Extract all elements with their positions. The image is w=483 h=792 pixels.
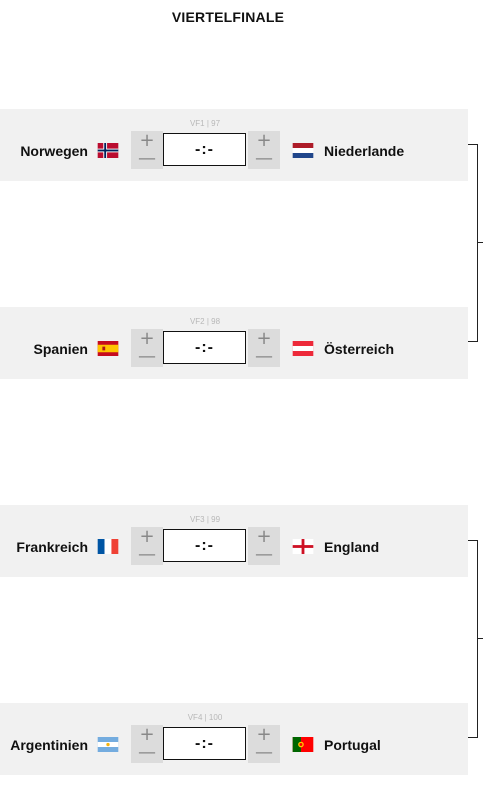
portugal-flag-icon (292, 737, 314, 752)
away-team-name: Niederlande (324, 143, 405, 159)
away-minus-button[interactable]: — (255, 744, 273, 762)
match-card-vf3: VF3 | 99 Frankreich + — -:- + — England (0, 505, 468, 577)
home-score-stepper: + — (131, 329, 163, 367)
home-score-stepper: + — (131, 131, 163, 169)
score-input[interactable]: -:- (163, 133, 246, 166)
bracket-connector-semifinal-1 (468, 144, 478, 342)
away-minus-button[interactable]: — (255, 150, 273, 168)
bracket-tick (477, 638, 483, 639)
away-score-stepper: + — (248, 329, 280, 367)
france-flag-icon (97, 539, 119, 554)
away-team-name: Österreich (324, 341, 395, 357)
round-title: VIERTELFINALE (171, 9, 285, 25)
norway-flag-icon (97, 143, 119, 158)
score-input[interactable]: -:- (163, 529, 246, 562)
home-team-name: Norwegen (20, 143, 88, 159)
match-label: VF3 | 99 (189, 515, 221, 524)
home-minus-button[interactable]: — (138, 546, 156, 564)
score-input[interactable]: -:- (163, 331, 246, 364)
home-minus-button[interactable]: — (138, 150, 156, 168)
away-score-stepper: + — (248, 527, 280, 565)
match-card-vf1: VF1 | 97 Norwegen + — -:- + — Niederland… (0, 109, 468, 181)
match-label: VF4 | 100 (187, 713, 223, 722)
home-score-stepper: + — (131, 725, 163, 763)
home-minus-button[interactable]: — (138, 744, 156, 762)
away-minus-button[interactable]: — (255, 348, 273, 366)
away-minus-button[interactable]: — (255, 546, 273, 564)
home-team-name: Argentinien (10, 737, 88, 753)
match-label: VF2 | 98 (189, 317, 221, 326)
england-flag-icon (292, 539, 314, 554)
home-team-name: Spanien (33, 341, 88, 357)
home-minus-button[interactable]: — (138, 348, 156, 366)
away-team-name: England (324, 539, 380, 555)
argentina-flag-icon (97, 737, 119, 752)
austria-flag-icon (292, 341, 314, 356)
away-team-name: Portugal (324, 737, 381, 753)
bracket-connector-semifinal-2 (468, 540, 478, 738)
netherlands-flag-icon (292, 143, 314, 158)
away-score-stepper: + — (248, 131, 280, 169)
bracket-tick (477, 242, 483, 243)
match-card-vf2: VF2 | 98 Spanien + — -:- + — Österreich (0, 307, 468, 379)
match-card-vf4: VF4 | 100 Argentinien + — -:- + — Portug… (0, 703, 468, 775)
home-score-stepper: + — (131, 527, 163, 565)
score-input[interactable]: -:- (163, 727, 246, 760)
spain-flag-icon (97, 341, 119, 356)
away-score-stepper: + — (248, 725, 280, 763)
match-label: VF1 | 97 (189, 119, 221, 128)
home-team-name: Frankreich (16, 539, 88, 555)
